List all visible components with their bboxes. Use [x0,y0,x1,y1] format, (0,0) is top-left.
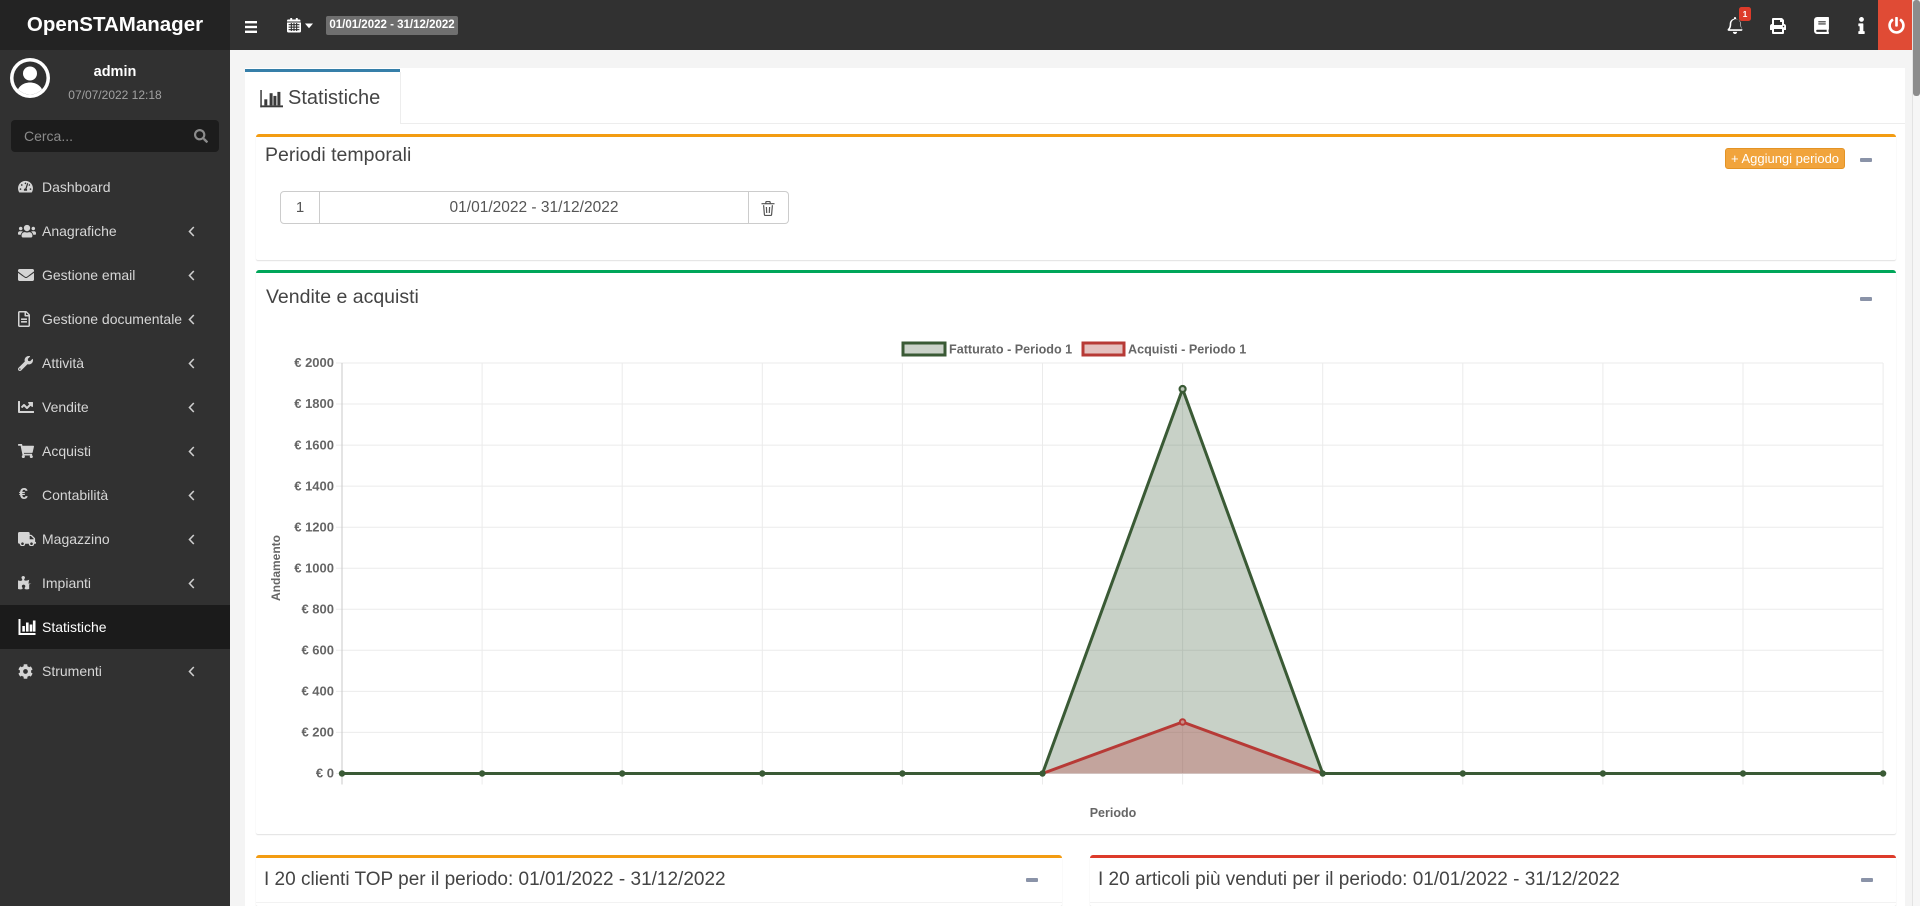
svg-text:Fatturato - Periodo 1: Fatturato - Periodo 1 [949,343,1072,357]
svg-text:Andamento: Andamento [269,535,283,601]
svg-text:€ 2000: € 2000 [294,355,334,370]
svg-text:€ 1800: € 1800 [294,396,334,411]
svg-text:Acquisti - Periodo 1: Acquisti - Periodo 1 [1128,343,1246,357]
svg-text:Periodo: Periodo [1090,806,1137,820]
svg-text:€ 1600: € 1600 [294,437,334,452]
svg-text:€ 400: € 400 [301,684,334,699]
svg-text:€ 200: € 200 [301,725,334,740]
svg-text:€ 1400: € 1400 [294,478,334,493]
svg-text:€ 600: € 600 [301,643,334,658]
svg-text:€ 1000: € 1000 [294,560,334,575]
svg-text:€ 1200: € 1200 [294,519,334,534]
svg-text:€ 0: € 0 [316,766,334,781]
svg-text:€ 800: € 800 [301,602,334,617]
